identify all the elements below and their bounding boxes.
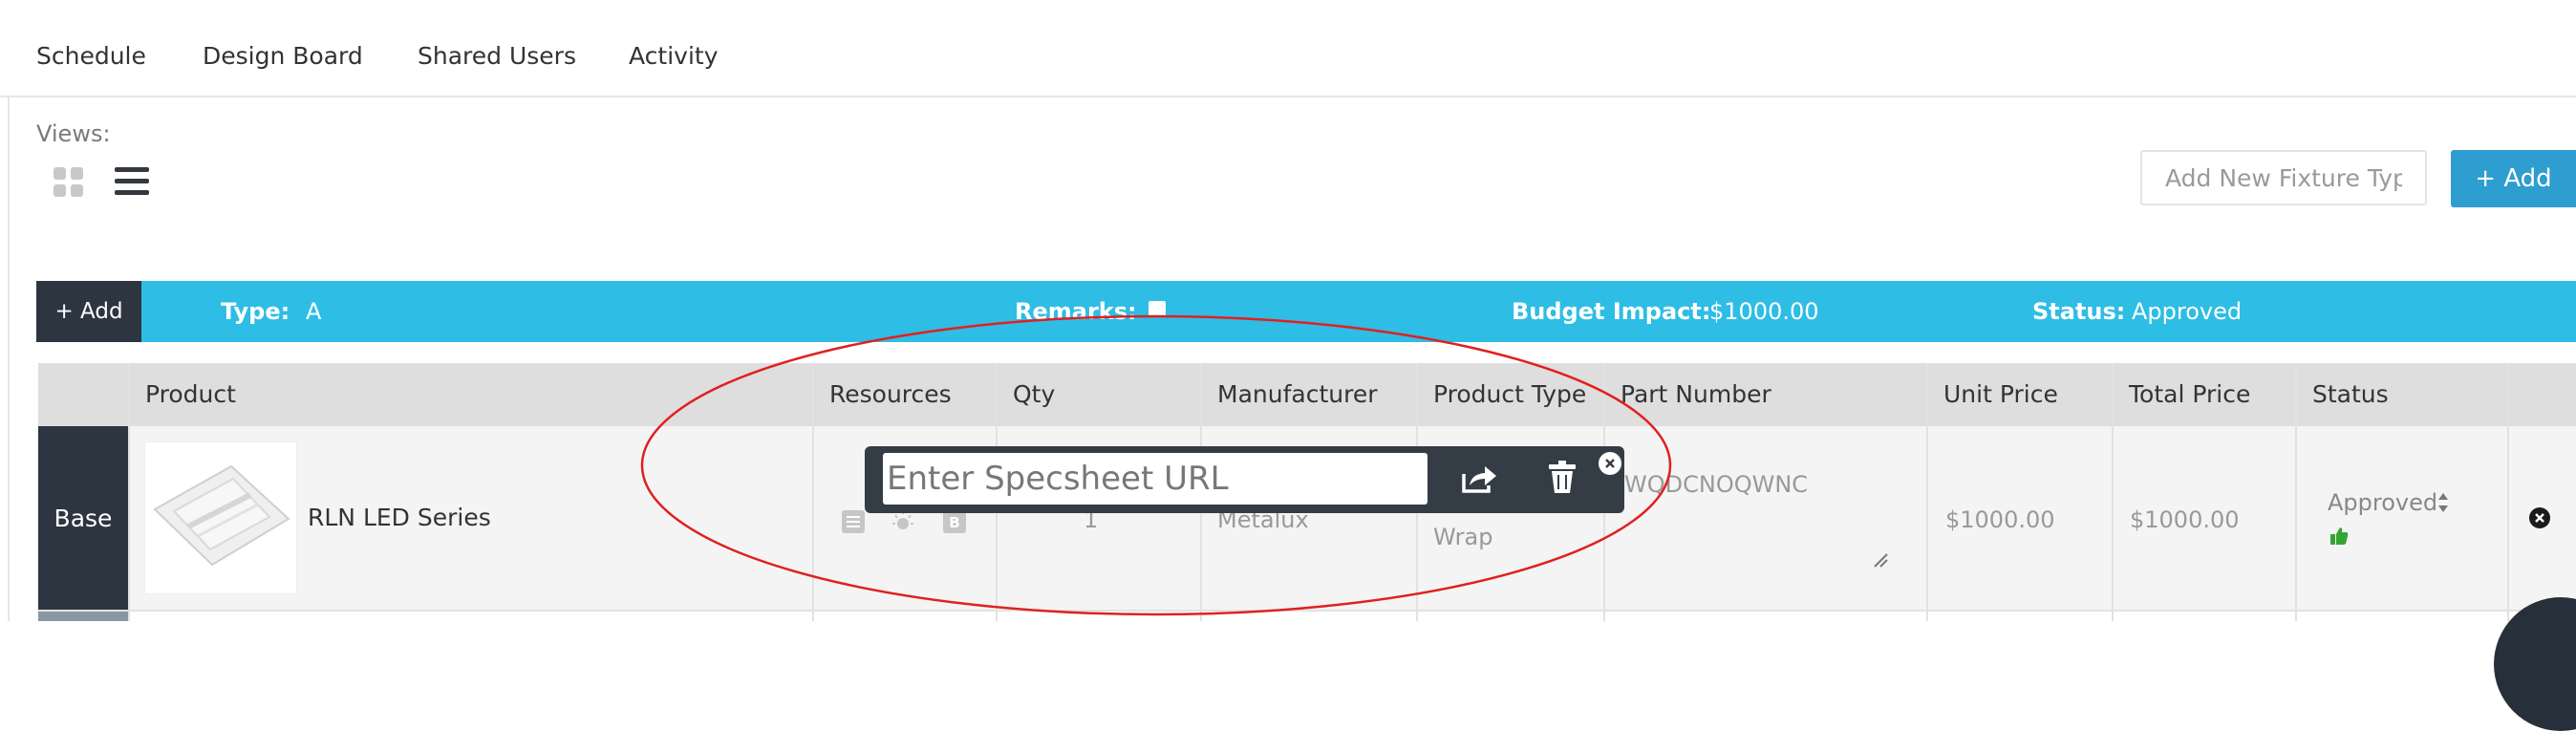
textarea-resize-handle[interactable] xyxy=(1871,550,1888,568)
column-divider xyxy=(2112,363,2114,621)
tab-activity[interactable]: Activity xyxy=(629,42,719,70)
row-label-base: Base xyxy=(38,426,128,610)
grid-view-icon[interactable] xyxy=(54,167,84,198)
product-name[interactable]: RLN LED Series xyxy=(308,504,491,531)
column-divider xyxy=(128,363,130,621)
views-label: Views: xyxy=(36,120,111,147)
budget-impact-value: $1000.00 xyxy=(1709,298,1819,325)
add-fixture-button[interactable]: + Add xyxy=(2451,150,2576,207)
tab-design-board[interactable]: Design Board xyxy=(203,42,363,70)
trash-icon[interactable] xyxy=(1547,459,1578,499)
close-icon[interactable] xyxy=(1599,452,1621,475)
tab-schedule[interactable]: Schedule xyxy=(36,42,146,70)
header-product-type[interactable]: Product Type xyxy=(1433,380,1586,408)
header-status[interactable]: Status xyxy=(2312,380,2389,408)
sort-arrows-icon[interactable] xyxy=(2437,491,2449,518)
column-divider xyxy=(1926,363,1928,621)
type-status-value: Approved xyxy=(2132,298,2243,325)
type-label: Type: xyxy=(221,298,290,325)
product-type-value[interactable]: Wrap xyxy=(1433,524,1492,550)
product-thumbnail[interactable] xyxy=(144,441,297,594)
unit-price-value[interactable]: $1000.00 xyxy=(1945,506,2055,533)
header-part-number[interactable]: Part Number xyxy=(1621,380,1771,408)
thumbs-up-icon[interactable] xyxy=(2329,526,2350,550)
header-qty[interactable]: Qty xyxy=(1013,380,1055,408)
svg-text:B: B xyxy=(949,514,959,531)
header-product[interactable]: Product xyxy=(145,380,236,408)
share-icon[interactable] xyxy=(1460,462,1498,499)
column-divider xyxy=(2507,363,2509,621)
panel-border xyxy=(8,96,10,621)
column-divider xyxy=(2295,363,2297,621)
budget-impact-label: Budget Impact: xyxy=(1512,298,1711,325)
type-status-label: Status: xyxy=(2032,298,2126,325)
total-price-value[interactable]: $1000.00 xyxy=(2130,506,2240,533)
tab-shared-users[interactable]: Shared Users xyxy=(418,42,576,70)
list-view-icon[interactable] xyxy=(115,167,149,196)
header-resources[interactable]: Resources xyxy=(829,380,952,408)
header-manufacturer[interactable]: Manufacturer xyxy=(1217,380,1377,408)
part-number-value[interactable]: WQDCNOQWNC xyxy=(1624,471,1808,498)
status-value: Approved xyxy=(2328,489,2438,516)
add-product-button[interactable]: + Add xyxy=(36,281,141,342)
document-icon[interactable] xyxy=(840,508,867,535)
remarks-label: Remarks: xyxy=(1015,298,1137,325)
add-fixture-type-input[interactable] xyxy=(2140,150,2427,205)
header-divider xyxy=(0,96,2576,97)
row-divider xyxy=(38,610,2576,612)
remove-row-button[interactable] xyxy=(2529,507,2550,528)
column-divider xyxy=(812,363,814,621)
specsheet-url-input[interactable] xyxy=(883,453,1428,505)
remarks-checkbox[interactable] xyxy=(1148,301,1166,316)
status-select[interactable]: Approved xyxy=(2328,489,2437,516)
next-row-label xyxy=(38,612,128,621)
header-total-price[interactable]: Total Price xyxy=(2129,380,2250,408)
chat-widget-button[interactable] xyxy=(2494,597,2576,731)
type-value: A xyxy=(306,298,322,325)
header-unit-price[interactable]: Unit Price xyxy=(1943,380,2058,408)
